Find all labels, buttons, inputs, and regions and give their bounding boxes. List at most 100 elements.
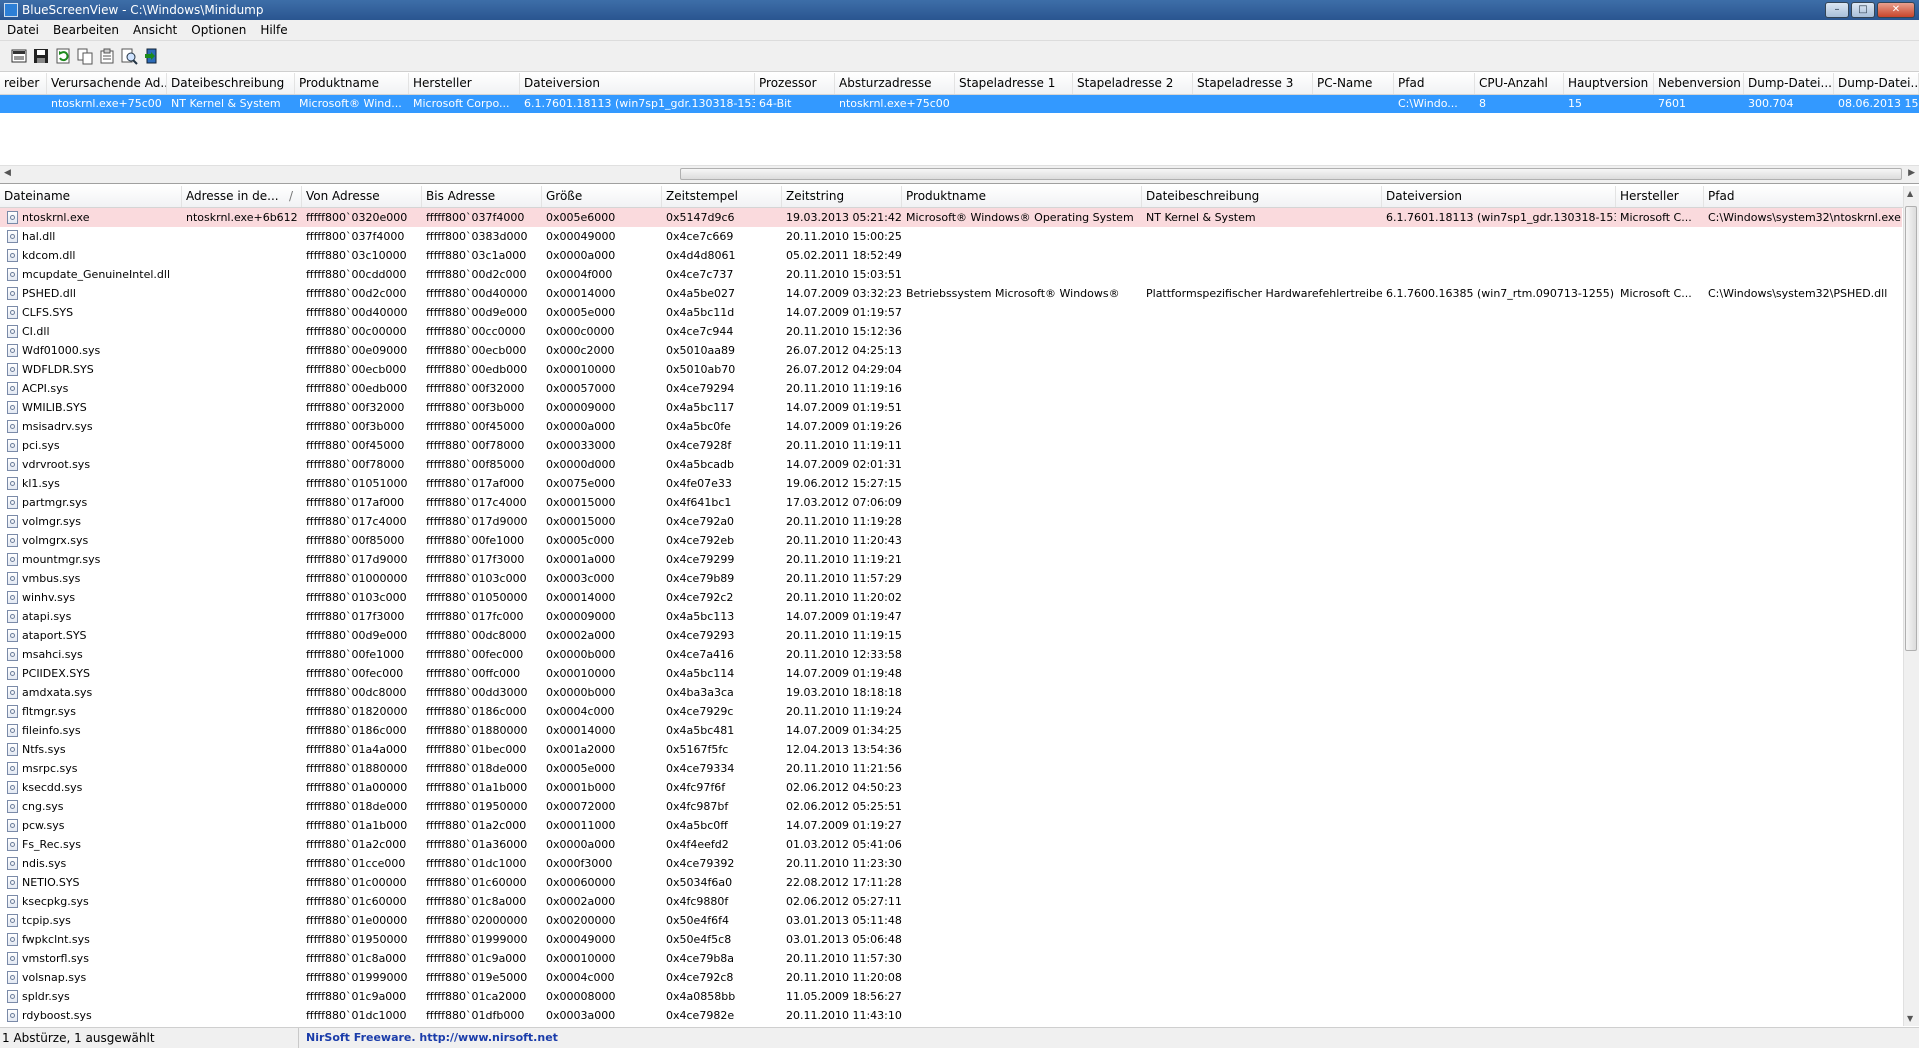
table-row[interactable]: ksecpkg.sys fffff880`01c60000 fffff880`01c… xyxy=(0,892,1902,911)
table-row[interactable]: Ntfs.sys fffff880`01a4a000 fffff880`01bec0… xyxy=(0,740,1902,759)
table-row[interactable]: volsnap.sys fffff880`01999000 fffff880`019… xyxy=(0,968,1902,987)
maximize-button[interactable]: □ xyxy=(1851,2,1875,18)
table-row[interactable]: PCIIDEX.SYS fffff880`00fec000 fffff880`00f… xyxy=(0,664,1902,683)
table-row[interactable]: fltmgr.sys fffff880`01820000 fffff880`0186… xyxy=(0,702,1902,721)
col-nebenversion[interactable]: Nebenversion xyxy=(1654,73,1744,94)
col-dateibeschreibung[interactable]: Dateibeschreibung xyxy=(167,73,295,94)
table-row[interactable]: mcupdate_GenuineIntel.dll fffff880`00cdd0… xyxy=(0,265,1902,284)
col-dump-datei-2[interactable]: Dump-Datei... xyxy=(1834,73,1919,94)
col-dump-datei-1[interactable]: Dump-Datei... xyxy=(1744,73,1834,94)
cell-dateibeschreibung xyxy=(1142,778,1382,797)
table-row[interactable]: CI.dll fffff880`00c00000 fffff880`00cc0000… xyxy=(0,322,1902,341)
table-row[interactable]: ACPI.sys fffff880`00edb000 fffff880`00f320… xyxy=(0,379,1902,398)
properties-icon[interactable] xyxy=(98,47,116,65)
copy-icon[interactable] xyxy=(76,47,94,65)
menu-optionen[interactable]: Optionen xyxy=(184,20,253,40)
table-row[interactable]: amdxata.sys fffff880`00dc8000 fffff880`00d… xyxy=(0,683,1902,702)
col-zeitstempel[interactable]: Zeitstempel xyxy=(662,186,782,207)
col-zeitstring[interactable]: Zeitstring xyxy=(782,186,902,207)
table-row[interactable]: Wdf01000.sys fffff880`00e09000 fffff880`00… xyxy=(0,341,1902,360)
table-row[interactable]: fwpkclnt.sys fffff880`01950000 fffff880`01… xyxy=(0,930,1902,949)
scrollbar-thumb[interactable] xyxy=(1905,206,1917,651)
col-dateiname[interactable]: Dateiname xyxy=(0,186,182,207)
table-row[interactable]: ksecdd.sys fffff880`01a00000 fffff880`01a1… xyxy=(0,778,1902,797)
table-row[interactable]: WDFLDR.SYS fffff880`00ecb000 fffff880`00ed… xyxy=(0,360,1902,379)
col-dateiversion[interactable]: Dateiversion xyxy=(1382,186,1616,207)
scroll-down-icon[interactable]: ▼ xyxy=(1907,1014,1913,1023)
table-row[interactable]: volmgrx.sys fffff880`00f85000 fffff880`00f… xyxy=(0,531,1902,550)
menu-hilfe[interactable]: Hilfe xyxy=(253,20,294,40)
scroll-left-icon[interactable]: ◀ xyxy=(4,168,11,178)
table-row[interactable]: CLFS.SYS fffff880`00d40000 fffff880`00d9e0… xyxy=(0,303,1902,322)
table-row[interactable]: NETIO.SYS fffff880`01c00000 fffff880`01c60… xyxy=(0,873,1902,892)
col-dateiversion[interactable]: Dateiversion xyxy=(520,73,755,94)
table-row[interactable]: hal.dll fffff800`037f4000 fffff800`0383d00… xyxy=(0,227,1902,246)
col-absturzadresse[interactable]: Absturzadresse xyxy=(835,73,955,94)
close-button[interactable]: ✕ xyxy=(1877,2,1915,18)
table-row[interactable]: pci.sys fffff880`00f45000 fffff880`00f7800… xyxy=(0,436,1902,455)
col-hauptversion[interactable]: Hauptversion xyxy=(1564,73,1654,94)
table-row[interactable]: tcpip.sys fffff880`01e00000 fffff880`02000… xyxy=(0,911,1902,930)
table-row[interactable]: ndis.sys fffff880`01cce000 fffff880`01dc10… xyxy=(0,854,1902,873)
find-icon[interactable] xyxy=(120,47,138,65)
table-row[interactable]: msahci.sys fffff880`00fe1000 fffff880`00fe… xyxy=(0,645,1902,664)
crash-row-selected[interactable]: ntoskrnl.exe+75c00 NT Kernel & System Mi… xyxy=(0,95,1919,113)
col-prozessor[interactable]: Prozessor xyxy=(755,73,835,94)
col-produktname[interactable]: Produktname xyxy=(902,186,1142,207)
vertical-scrollbar[interactable]: ▲ ▼ xyxy=(1903,186,1919,1026)
table-row[interactable]: mountmgr.sys fffff880`017d9000 fffff880`01… xyxy=(0,550,1902,569)
save-selected-icon[interactable] xyxy=(32,47,50,65)
col-treiber[interactable]: reiber xyxy=(0,73,47,94)
col-bis-adresse[interactable]: Bis Adresse xyxy=(422,186,542,207)
col-pfad[interactable]: Pfad xyxy=(1394,73,1475,94)
table-row[interactable]: vmbus.sys fffff880`01000000 fffff880`0103c… xyxy=(0,569,1902,588)
table-row[interactable]: msisadrv.sys fffff880`00f3b000 fffff880`00… xyxy=(0,417,1902,436)
col-hersteller[interactable]: Hersteller xyxy=(409,73,520,94)
col-produktname[interactable]: Produktname xyxy=(295,73,409,94)
col-stapeladresse-3[interactable]: Stapeladresse 3 xyxy=(1193,73,1313,94)
table-row[interactable]: cng.sys fffff880`018de000 fffff880`0195000… xyxy=(0,797,1902,816)
table-row[interactable]: winhv.sys fffff880`0103c000 fffff880`01050… xyxy=(0,588,1902,607)
table-row[interactable]: volmgr.sys fffff880`017c4000 fffff880`017d… xyxy=(0,512,1902,531)
scrollbar-thumb[interactable] xyxy=(680,168,1902,180)
exit-icon[interactable] xyxy=(142,47,160,65)
save-icon[interactable] xyxy=(10,47,28,65)
col-cpu-anzahl[interactable]: CPU-Anzahl xyxy=(1475,73,1564,94)
table-row[interactable]: vmstorfl.sys fffff880`01c8a000 fffff880`01… xyxy=(0,949,1902,968)
scroll-right-icon[interactable]: ▶ xyxy=(1908,168,1915,178)
scroll-up-icon[interactable]: ▲ xyxy=(1907,189,1913,198)
table-row[interactable]: rdyboost.sys fffff880`01dc1000 fffff880`01… xyxy=(0,1006,1902,1025)
nirsoft-link[interactable]: NirSoft Freeware. http://www.nirsoft.net xyxy=(306,1028,558,1048)
col-dateibeschreibung[interactable]: Dateibeschreibung xyxy=(1142,186,1382,207)
cell-zeitstempel: 0x4ce79299 xyxy=(666,553,735,566)
table-row[interactable]: Fs_Rec.sys fffff880`01a2c000 fffff880`01a3… xyxy=(0,835,1902,854)
col-stapeladresse-1[interactable]: Stapeladresse 1 xyxy=(955,73,1073,94)
table-row[interactable]: kl1.sys fffff880`01051000 fffff880`017af00… xyxy=(0,474,1902,493)
col-stapeladresse-2[interactable]: Stapeladresse 2 xyxy=(1073,73,1193,94)
table-row[interactable]: ntoskrnl.exe ntoskrnl.exe+6b612 fffff800`0… xyxy=(0,208,1902,227)
col-von-adresse[interactable]: Von Adresse xyxy=(302,186,422,207)
table-row[interactable]: spldr.sys fffff880`01c9a000 fffff880`01ca2… xyxy=(0,987,1902,1006)
horizontal-scrollbar[interactable]: ◀ ▶ xyxy=(0,165,1919,183)
table-row[interactable]: PSHED.dll fffff880`00d2c000 fffff880`00d40… xyxy=(0,284,1902,303)
table-row[interactable]: kdcom.dll fffff880`03c10000 fffff880`03c1a… xyxy=(0,246,1902,265)
col-pfad[interactable]: Pfad xyxy=(1704,186,1904,207)
refresh-icon[interactable] xyxy=(54,47,72,65)
table-row[interactable]: WMILIB.SYS fffff880`00f32000 fffff880`00f3… xyxy=(0,398,1902,417)
table-row[interactable]: fileinfo.sys fffff880`0186c000 fffff880`01… xyxy=(0,721,1902,740)
col-hersteller[interactable]: Hersteller xyxy=(1616,186,1704,207)
menu-bearbeiten[interactable]: Bearbeiten xyxy=(46,20,126,40)
menu-datei[interactable]: Datei xyxy=(0,20,46,40)
col-verursachende-adresse[interactable]: Verursachende Ad... xyxy=(47,73,167,94)
table-row[interactable]: vdrvroot.sys fffff880`00f78000 fffff880`00… xyxy=(0,455,1902,474)
table-row[interactable]: ataport.SYS fffff880`00d9e000 fffff880`00d… xyxy=(0,626,1902,645)
table-row[interactable]: partmgr.sys fffff880`017af000 fffff880`017… xyxy=(0,493,1902,512)
col-adresse-in-der[interactable]: Adresse in de... / xyxy=(182,186,302,207)
table-row[interactable]: msrpc.sys fffff880`01880000 fffff880`018de… xyxy=(0,759,1902,778)
col-pc-name[interactable]: PC-Name xyxy=(1313,73,1394,94)
table-row[interactable]: pcw.sys fffff880`01a1b000 fffff880`01a2c00… xyxy=(0,816,1902,835)
table-row[interactable]: atapi.sys fffff880`017f3000 fffff880`017fc… xyxy=(0,607,1902,626)
menu-ansicht[interactable]: Ansicht xyxy=(126,20,184,40)
col-groesse[interactable]: Größe xyxy=(542,186,662,207)
minimize-button[interactable]: – xyxy=(1825,2,1849,18)
